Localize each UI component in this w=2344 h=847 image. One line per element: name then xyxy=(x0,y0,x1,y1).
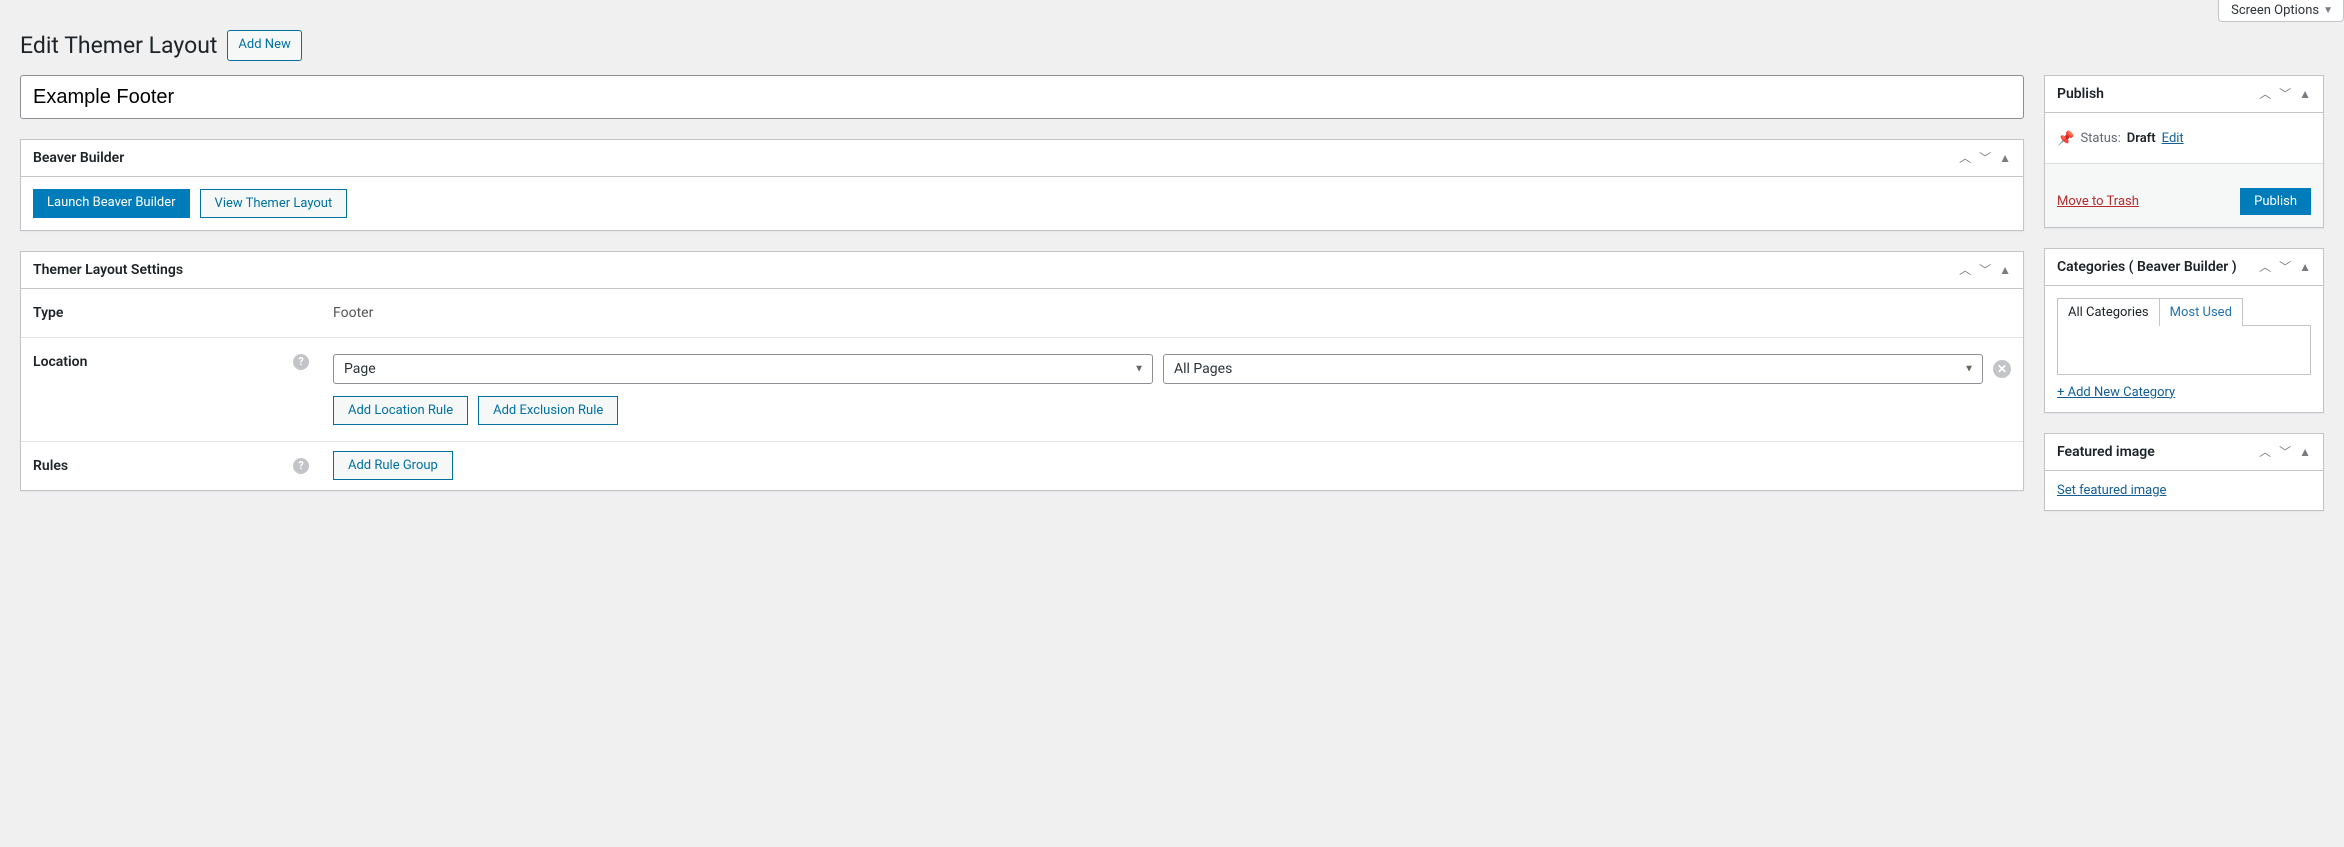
categories-box: Categories ( Beaver Builder ) ︿ ﹀ ▲ All … xyxy=(2044,248,2324,413)
help-icon[interactable]: ? xyxy=(293,354,309,370)
themer-settings-box-title: Themer Layout Settings xyxy=(33,252,183,288)
order-up-icon[interactable]: ︿ xyxy=(2259,261,2271,273)
type-value: Footer xyxy=(333,305,373,321)
toggle-panel-icon[interactable]: ▲ xyxy=(1999,152,2011,164)
toggle-panel-icon[interactable]: ▲ xyxy=(2299,88,2311,100)
categories-panel xyxy=(2057,325,2311,375)
chevron-down-icon: ▼ xyxy=(1134,363,1144,374)
edit-status-link[interactable]: Edit xyxy=(2162,131,2184,146)
launch-beaver-builder-button[interactable]: Launch Beaver Builder xyxy=(33,189,190,218)
view-themer-layout-button[interactable]: View Themer Layout xyxy=(200,189,348,218)
status-value: Draft xyxy=(2127,131,2156,146)
order-down-icon[interactable]: ﹀ xyxy=(1979,152,1991,164)
order-up-icon[interactable]: ︿ xyxy=(1959,152,1971,164)
toggle-panel-icon[interactable]: ▲ xyxy=(2299,446,2311,458)
location-label: Location xyxy=(33,354,87,370)
add-rule-group-button[interactable]: Add Rule Group xyxy=(333,451,453,480)
type-label: Type xyxy=(21,289,321,338)
add-new-button[interactable]: Add New xyxy=(227,30,301,61)
toggle-panel-icon[interactable]: ▲ xyxy=(2299,261,2311,273)
order-down-icon[interactable]: ﹀ xyxy=(2279,261,2291,273)
publish-box-title: Publish xyxy=(2057,76,2104,112)
set-featured-image-link[interactable]: Set featured image xyxy=(2057,483,2166,498)
add-location-rule-button[interactable]: Add Location Rule xyxy=(333,396,468,425)
move-to-trash-link[interactable]: Move to Trash xyxy=(2057,194,2139,209)
help-icon[interactable]: ? xyxy=(293,458,309,474)
publish-box: Publish ︿ ﹀ ▲ 📌 Status: Draft Edit Move … xyxy=(2044,75,2324,228)
order-down-icon[interactable]: ﹀ xyxy=(2279,446,2291,458)
beaver-builder-box: Beaver Builder ︿ ﹀ ▲ Launch Beaver Build… xyxy=(20,139,2024,231)
categories-box-title: Categories ( Beaver Builder ) xyxy=(2057,249,2237,285)
screen-options-toggle[interactable]: Screen Options ▼ xyxy=(2218,0,2344,22)
toggle-panel-icon[interactable]: ▲ xyxy=(1999,264,2011,276)
location-type-value: Page xyxy=(344,361,376,377)
chevron-down-icon: ▼ xyxy=(2323,5,2333,16)
page-title: Edit Themer Layout xyxy=(20,32,217,59)
order-down-icon[interactable]: ﹀ xyxy=(2279,88,2291,100)
add-new-category-link[interactable]: + Add New Category xyxy=(2057,385,2175,400)
remove-location-button[interactable]: ✕ xyxy=(1993,360,2011,378)
status-label: Status: xyxy=(2080,131,2120,146)
location-type-select[interactable]: Page ▼ xyxy=(333,354,1153,384)
publish-button[interactable]: Publish xyxy=(2240,188,2311,215)
add-exclusion-rule-button[interactable]: Add Exclusion Rule xyxy=(478,396,618,425)
pin-icon: 📌 xyxy=(2057,131,2074,147)
order-up-icon[interactable]: ︿ xyxy=(2259,88,2271,100)
screen-options-label: Screen Options xyxy=(2231,3,2319,18)
beaver-builder-box-title: Beaver Builder xyxy=(33,140,124,176)
featured-image-box-title: Featured image xyxy=(2057,434,2155,470)
rules-label: Rules xyxy=(33,458,68,474)
tab-all-categories[interactable]: All Categories xyxy=(2058,299,2160,326)
location-target-value: All Pages xyxy=(1174,361,1232,377)
featured-image-box: Featured image ︿ ﹀ ▲ Set featured image xyxy=(2044,433,2324,511)
order-up-icon[interactable]: ︿ xyxy=(1959,264,1971,276)
location-target-select[interactable]: All Pages ▼ xyxy=(1163,354,1983,384)
tab-most-used[interactable]: Most Used xyxy=(2160,299,2242,326)
chevron-down-icon: ▼ xyxy=(1964,363,1974,374)
order-down-icon[interactable]: ﹀ xyxy=(1979,264,1991,276)
post-title-input[interactable] xyxy=(20,75,2024,119)
themer-settings-box: Themer Layout Settings ︿ ﹀ ▲ Type Footer… xyxy=(20,251,2024,491)
close-icon: ✕ xyxy=(1997,362,2007,376)
order-up-icon[interactable]: ︿ xyxy=(2259,446,2271,458)
